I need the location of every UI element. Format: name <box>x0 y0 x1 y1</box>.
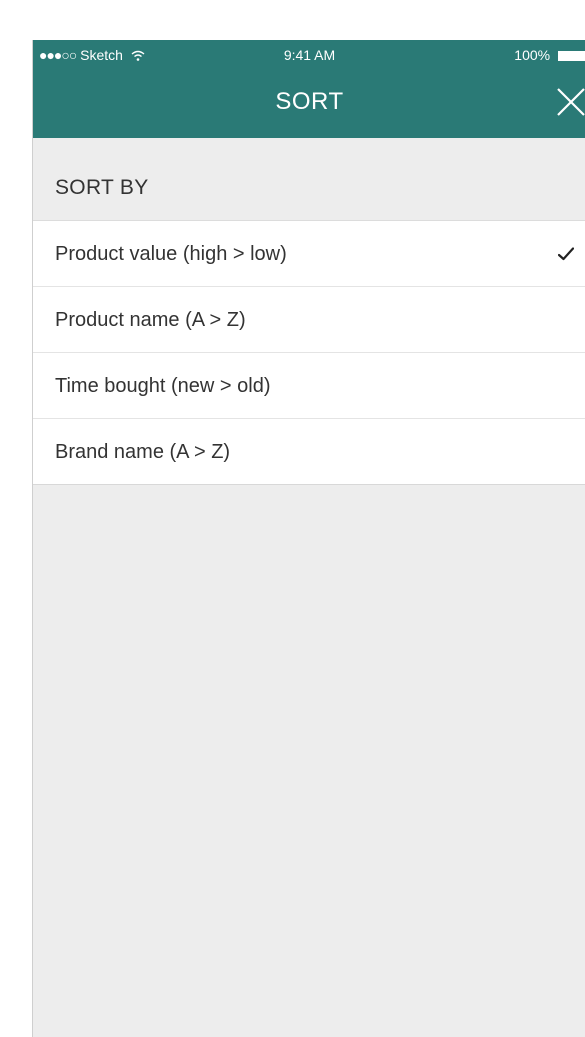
status-time: 9:41 AM <box>283 47 336 63</box>
close-icon[interactable] <box>554 85 585 119</box>
sort-option-product-value[interactable]: Product value (high > low) <box>33 221 585 287</box>
sort-option-label: Time bought (new > old) <box>55 375 271 397</box>
sort-option-label: Product value (high > low) <box>55 243 287 265</box>
status-bar: ●●●○○ Sketch 9:41 AM 100% <box>33 40 585 70</box>
checkmark-icon <box>558 247 574 261</box>
battery-icon <box>558 51 585 62</box>
nav-header: ●●●○○ Sketch 9:41 AM 100% SORT <box>33 40 585 138</box>
sort-option-product-name[interactable]: Product name (A > Z) <box>33 287 585 353</box>
page-title: SORT <box>275 88 344 115</box>
sort-option-brand-name[interactable]: Brand name (A > Z) <box>33 419 585 485</box>
phone-screen: ●●●○○ Sketch 9:41 AM 100% SORT SORT BY P… <box>32 40 585 1037</box>
sort-option-label: Brand name (A > Z) <box>55 441 231 463</box>
battery-percent: 100% <box>514 47 551 63</box>
sort-option-label: Product name (A > Z) <box>55 309 246 331</box>
sort-by-heading: SORT BY <box>33 138 585 221</box>
sort-options-list: Product value (high > low) Product name … <box>33 221 585 485</box>
sort-option-time-bought[interactable]: Time bought (new > old) <box>33 353 585 419</box>
status-right: 100% <box>514 40 585 70</box>
